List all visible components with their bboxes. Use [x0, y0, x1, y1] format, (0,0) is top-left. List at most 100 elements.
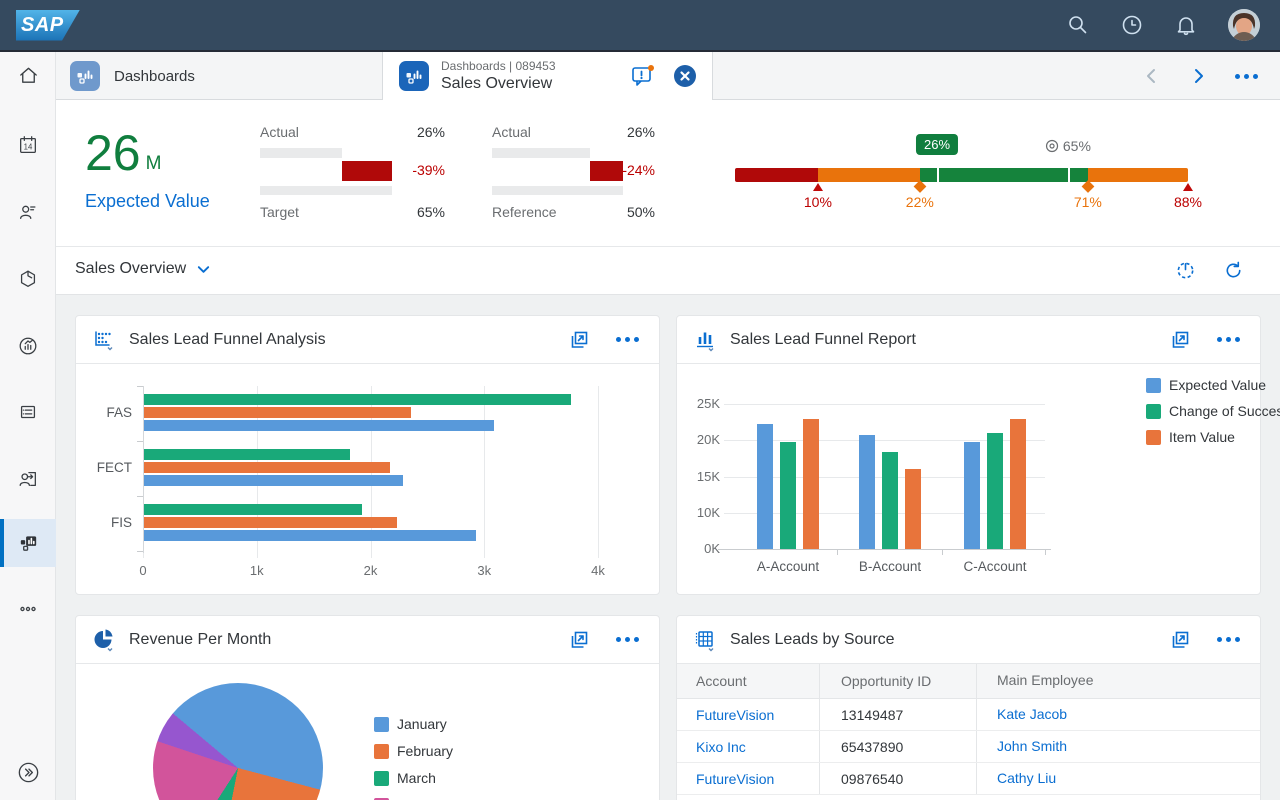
bullet-chart-actual-vs-reference[interactable]: Actual 26% -24% Reference 50%	[492, 100, 655, 247]
cell-link[interactable]: Cathy Liu	[997, 770, 1056, 786]
pie-chart-icon[interactable]	[92, 628, 116, 652]
sap-logo-text: SAP	[16, 14, 64, 37]
column-chart-icon[interactable]	[693, 328, 717, 352]
user-avatar[interactable]	[1228, 9, 1260, 41]
tab-sales-overview-active[interactable]: Dashboards | 089453 Sales Overview	[383, 52, 713, 100]
legend-swatch	[374, 771, 389, 786]
table-cell: Kixo Inc	[677, 731, 820, 762]
sidebar-item-calendar[interactable]: 14	[0, 121, 56, 169]
sidebar-item-notes[interactable]	[0, 388, 56, 436]
bullet1-bottom-value: 65%	[417, 204, 445, 220]
legend-swatch	[1146, 430, 1161, 445]
card-more-icon[interactable]	[612, 333, 643, 346]
content: 26 M Expected Value Actual 26% -39% Targ…	[56, 100, 1280, 800]
bar-FAS-blue-series[interactable]	[144, 420, 494, 431]
previous-tab-icon[interactable]	[1143, 67, 1161, 85]
category-label-FAS: FAS	[76, 405, 132, 420]
legend-item-Change of Success[interactable]: Change of Success	[1146, 403, 1280, 419]
bar-C-Account-Item Value[interactable]	[1010, 419, 1026, 550]
revenue-pie-chart[interactable]	[153, 683, 323, 800]
bullet1-top-value: 26%	[417, 124, 445, 140]
legend-item-January[interactable]: January	[374, 716, 447, 732]
range-bullet-meter[interactable]: 26% 65% 10%22%71%88%	[735, 100, 1188, 247]
sidebar-expand-icon[interactable]	[0, 748, 56, 796]
legend-item-Expected Value[interactable]: Expected Value	[1146, 377, 1266, 393]
open-in-new-window-icon[interactable]	[568, 629, 590, 651]
bullet1-track	[260, 146, 392, 198]
bar-C-Account-Change of Success[interactable]	[987, 433, 1003, 549]
cell-link[interactable]: John Smith	[997, 738, 1067, 754]
category-label-FECT: FECT	[76, 460, 132, 475]
range-bar	[735, 168, 1188, 182]
notifications-bell-icon[interactable]	[1174, 13, 1198, 37]
bar-FIS-orange-series[interactable]	[144, 517, 397, 528]
legend-swatch	[374, 744, 389, 759]
time-icon[interactable]	[1120, 13, 1144, 37]
sidebar-item-dashboards[interactable]	[0, 519, 56, 567]
refresh-icon[interactable]	[1223, 260, 1244, 281]
sap-logo[interactable]: SAP	[16, 10, 80, 41]
section-title: Sales Overview	[75, 260, 186, 278]
card-sales-leads-by-source: Sales Leads by Source AccountOpportunity…	[676, 615, 1261, 800]
bar-FECT-green-series[interactable]	[144, 449, 350, 460]
sidebar-item-more-icon[interactable]	[0, 585, 56, 633]
bullet-base-bar	[260, 186, 392, 195]
bar-FECT-orange-series[interactable]	[144, 462, 390, 473]
bullet-delta-bar	[590, 161, 623, 181]
legend-item-March[interactable]: March	[374, 770, 436, 786]
bar-FAS-green-series[interactable]	[144, 394, 571, 405]
table-row: FutureVision09876540Cathy Liu	[677, 763, 1260, 795]
y-axis-tick-label: 20K	[677, 432, 720, 447]
kpi-expected-value[interactable]: 26 M Expected Value	[85, 128, 210, 212]
cell-link[interactable]: FutureVision	[696, 707, 774, 723]
open-in-new-window-icon[interactable]	[568, 329, 590, 351]
legend-label: February	[397, 743, 453, 759]
bar-FIS-blue-series[interactable]	[144, 530, 476, 541]
tab-close-icon[interactable]	[672, 63, 698, 89]
bar-A-Account-Expected Value[interactable]	[757, 424, 773, 549]
sidebar-item-performance[interactable]	[0, 322, 56, 370]
bar-A-Account-Change of Success[interactable]	[780, 442, 796, 549]
bar-B-Account-Expected Value[interactable]	[859, 435, 875, 549]
bar-FECT-blue-series[interactable]	[144, 475, 403, 486]
open-in-new-window-icon[interactable]	[1169, 629, 1191, 651]
dotted-bar-chart-icon[interactable]	[92, 328, 116, 352]
tab-alert-message-icon[interactable]	[630, 63, 656, 89]
card-more-icon[interactable]	[1213, 633, 1244, 646]
bar-B-Account-Item Value[interactable]	[905, 469, 921, 549]
bullet-chart-actual-vs-target[interactable]: Actual 26% -39% Target 65%	[260, 100, 445, 247]
tab-overflow-icon[interactable]	[1235, 74, 1258, 79]
sidebar-item-lead-entry[interactable]	[0, 455, 56, 503]
threshold-label: 10%	[804, 194, 832, 210]
bar-FIS-green-series[interactable]	[144, 504, 362, 515]
cell-link[interactable]: FutureVision	[696, 771, 774, 787]
tab-dashboards-label: Dashboards	[114, 68, 195, 85]
sidebar-item-products[interactable]	[0, 255, 56, 303]
y-axis-tick-label: 10K	[677, 505, 720, 520]
bar-A-Account-Item Value[interactable]	[803, 419, 819, 550]
card-more-icon[interactable]	[1213, 333, 1244, 346]
sidebar-item-contacts[interactable]	[0, 188, 56, 236]
auto-refresh-icon[interactable]	[1175, 260, 1196, 281]
kpi-value: 26	[85, 128, 141, 178]
tab-navigation	[1143, 52, 1280, 100]
page-section-selector[interactable]: Sales Overview	[75, 260, 211, 278]
cell-link[interactable]: Kixo Inc	[696, 739, 746, 755]
legend-item-February[interactable]: February	[374, 743, 453, 759]
open-in-new-window-icon[interactable]	[1169, 329, 1191, 351]
sidebar-item-home[interactable]	[0, 51, 56, 99]
next-tab-icon[interactable]	[1189, 67, 1207, 85]
search-icon[interactable]	[1066, 13, 1090, 37]
bar-FAS-orange-series[interactable]	[144, 407, 411, 418]
table-grid-icon[interactable]	[693, 628, 717, 652]
table-cell: FutureVision	[677, 699, 820, 730]
bar-C-Account-Expected Value[interactable]	[964, 442, 980, 549]
card-title: Sales Lead Funnel Analysis	[129, 331, 326, 349]
card-more-icon[interactable]	[612, 633, 643, 646]
axis-tick	[837, 549, 838, 555]
cell-link[interactable]: Kate Jacob	[997, 706, 1067, 722]
bar-B-Account-Change of Success[interactable]	[882, 452, 898, 549]
chevron-down-icon	[196, 262, 211, 277]
tab-dashboards[interactable]: Dashboards	[56, 52, 383, 100]
legend-item-Item Value[interactable]: Item Value	[1146, 429, 1235, 445]
